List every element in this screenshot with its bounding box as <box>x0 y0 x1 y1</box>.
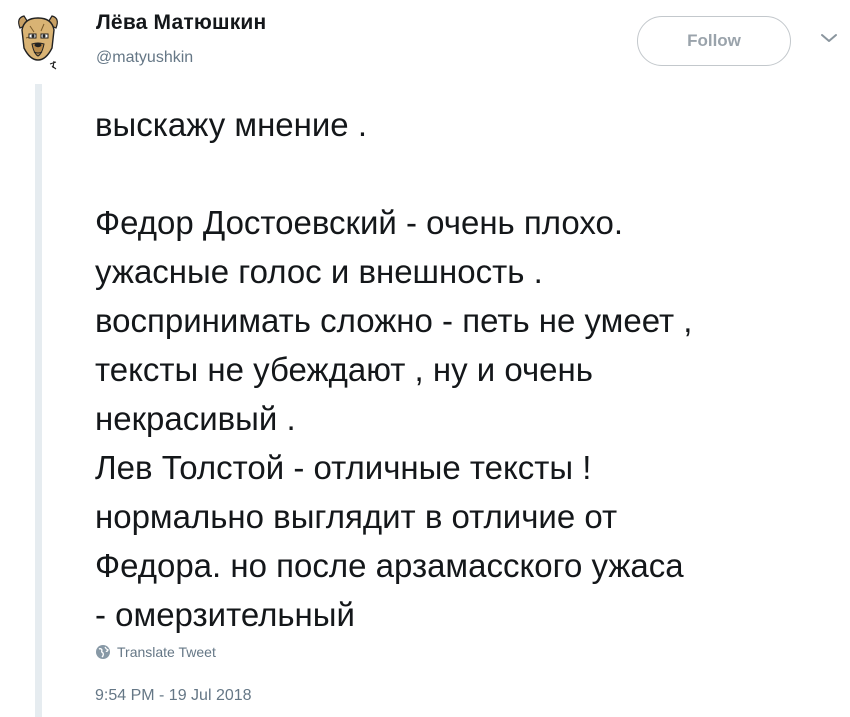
dog-portrait-icon <box>18 15 58 70</box>
translate-label: Translate Tweet <box>117 644 216 660</box>
timestamp[interactable]: 9:54 PM - 19 Jul 2018 <box>95 687 252 705</box>
follow-button[interactable]: Follow <box>637 16 791 66</box>
tweet-text: выскажу мнение . Федор Достоевский - оче… <box>95 106 693 633</box>
author-handle[interactable]: @matyushkin <box>96 49 193 67</box>
translate-tweet-link[interactable]: Translate Tweet <box>95 642 216 662</box>
author-name[interactable]: Лёва Матюшкин <box>96 11 266 35</box>
globe-icon <box>96 645 110 659</box>
thread-line <box>35 84 42 717</box>
chevron-down-icon[interactable] <box>818 30 840 46</box>
avatar[interactable] <box>12 12 64 70</box>
